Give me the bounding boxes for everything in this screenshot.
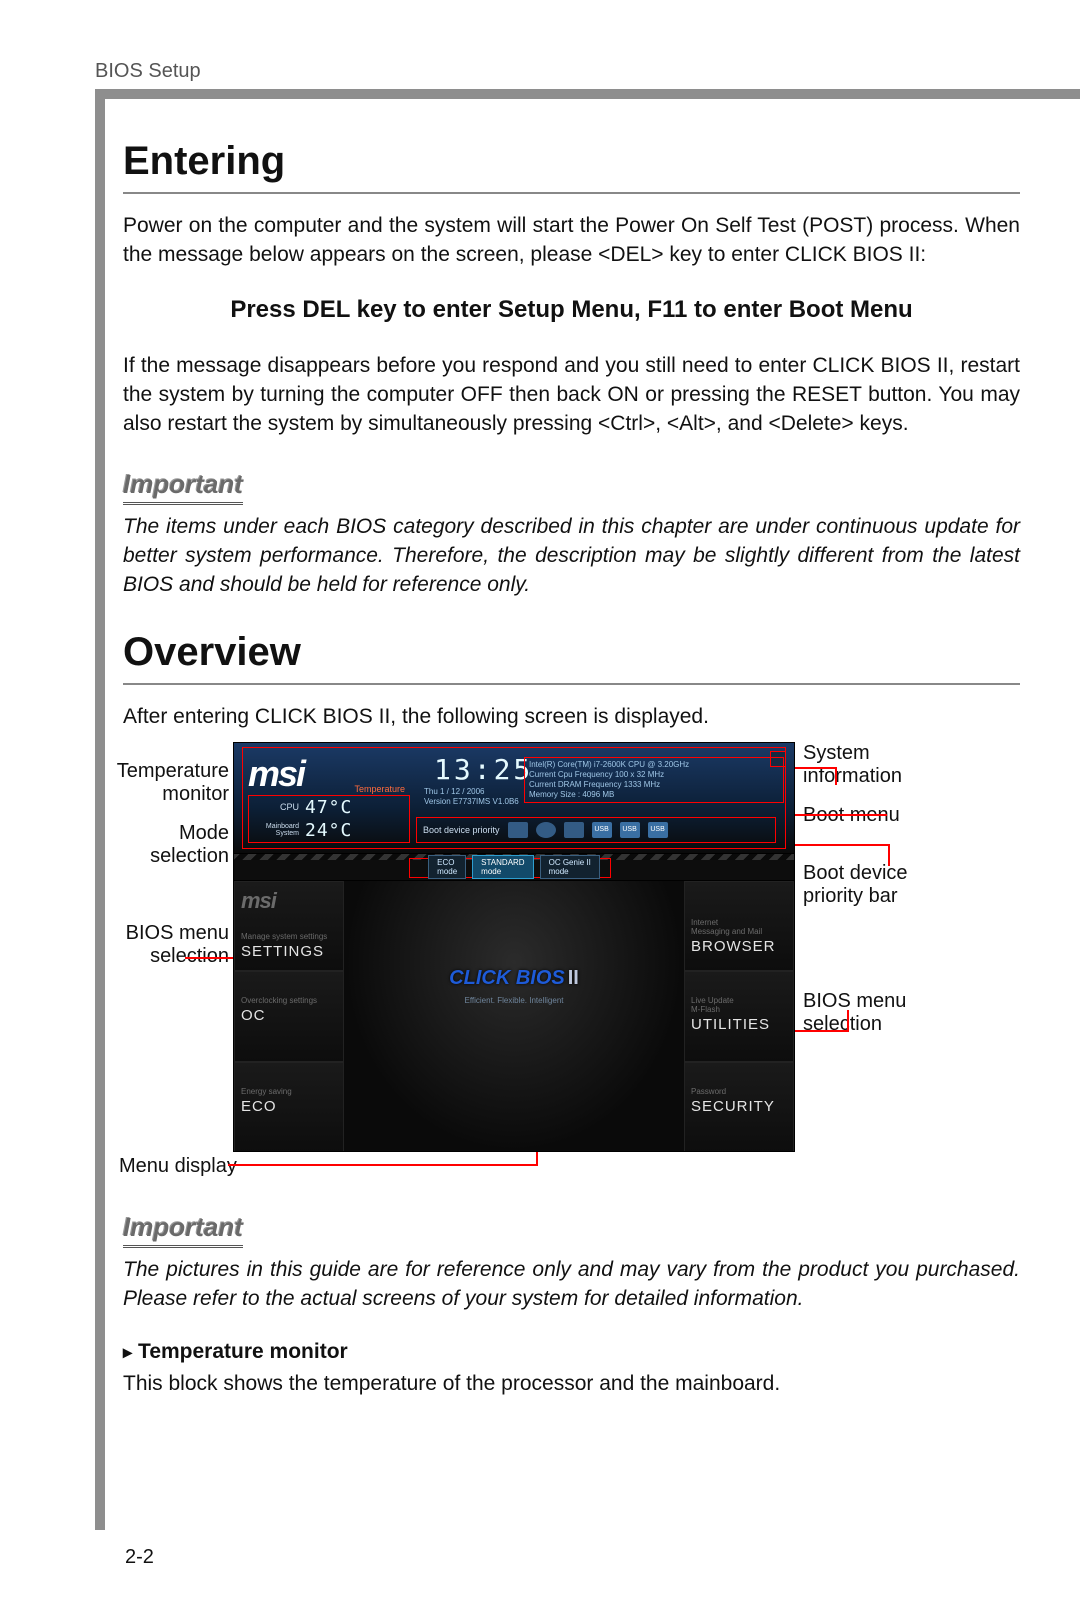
entering-heading: Entering bbox=[123, 139, 1020, 184]
menu-security-label: SECURITY bbox=[691, 1098, 787, 1115]
overview-heading: Overview bbox=[123, 630, 1020, 675]
bios-clock: 13:25 bbox=[434, 753, 533, 786]
boot-device-icon[interactable] bbox=[508, 822, 528, 838]
leader-line bbox=[787, 1030, 847, 1032]
menu-oc-sub: Overclocking settings bbox=[241, 996, 337, 1005]
sysinfo-dram-freq: Current DRAM Frequency 1333 MHz bbox=[529, 780, 779, 790]
menu-display-area: CLICK BIOSII Efficient. Flexible. Intell… bbox=[344, 881, 684, 1152]
callout-bios-menu-left: BIOS menuselection bbox=[99, 922, 229, 968]
menu-oc[interactable]: Overclocking settings OC bbox=[234, 971, 344, 1062]
heading-underline bbox=[123, 192, 1020, 194]
menu-eco-label: ECO bbox=[241, 1098, 337, 1115]
boot-device-usb-icon[interactable]: USB bbox=[648, 822, 668, 838]
bios-version: Version E7737IMS V1.0B6 bbox=[424, 797, 519, 807]
msi-logo: msi bbox=[248, 753, 304, 795]
menu-browser-sub: InternetMessaging and Mail bbox=[691, 918, 787, 936]
leader-line bbox=[228, 1164, 538, 1166]
menu-utilities-sub: Live UpdateM-Flash bbox=[691, 996, 787, 1014]
menu-oc-label: OC bbox=[241, 1007, 337, 1024]
entering-paragraph-2: If the message disappears before you res… bbox=[123, 352, 1020, 439]
callout-system-info: Systeminformation bbox=[803, 742, 902, 788]
left-menu-column: msi Manage system settings SETTINGS Over… bbox=[234, 881, 344, 1152]
temperature-block: Temperature CPU 47°C MainboardSystem 24°… bbox=[248, 795, 410, 843]
bios-screen: msi 13:25 Thu 1 / 12 / 2006 Version E773… bbox=[233, 742, 795, 1152]
callout-menu-display: Menu display bbox=[119, 1155, 237, 1178]
heading-underline bbox=[123, 683, 1020, 685]
press-del-line: Press DEL key to enter Setup Menu, F11 t… bbox=[123, 296, 1020, 324]
temp-monitor-text: This block shows the temperature of the … bbox=[123, 1370, 1020, 1399]
menu-browser-label: BROWSER bbox=[691, 938, 787, 955]
sysinfo-cpu-freq: Current Cpu Frequency 100 x 32 MHz bbox=[529, 770, 779, 780]
important-text-2: The pictures in this guide are for refer… bbox=[123, 1256, 1020, 1314]
bios-body: msi Manage system settings SETTINGS Over… bbox=[234, 881, 794, 1152]
mb-temp-label: MainboardSystem bbox=[249, 823, 299, 837]
cpu-temp-label: CPU bbox=[249, 802, 299, 812]
important-label-2: Important bbox=[123, 1212, 243, 1248]
mode-selection-row: ECOmode STANDARDmode OC Genie IImode bbox=[234, 853, 794, 881]
menu-eco[interactable]: Energy saving ECO bbox=[234, 1062, 344, 1152]
callout-temperature-monitor: Temperaturemonitor bbox=[99, 760, 229, 806]
menu-utilities[interactable]: Live UpdateM-Flash UTILITIES bbox=[684, 971, 794, 1062]
mode-eco-button[interactable]: ECOmode bbox=[428, 855, 466, 879]
overview-intro: After entering CLICK BIOS II, the follow… bbox=[123, 703, 1020, 732]
click-bios-logo: CLICK BIOSII bbox=[344, 967, 684, 990]
temp-monitor-heading: Temperature monitor bbox=[123, 1340, 1020, 1364]
sysinfo-cpu: Intel(R) Core(TM) i7-2600K CPU @ 3.20GHz bbox=[529, 760, 779, 770]
menu-settings-sub: Manage system settings bbox=[241, 932, 337, 941]
mode-ocgenie-button[interactable]: OC Genie IImode bbox=[540, 855, 600, 879]
menu-security[interactable]: Password SECURITY bbox=[684, 1062, 794, 1152]
menu-eco-sub: Energy saving bbox=[241, 1087, 337, 1096]
important-label-1: Important bbox=[123, 469, 243, 505]
sysinfo-memory: Memory Size : 4096 MB bbox=[529, 790, 779, 800]
boot-device-icon[interactable] bbox=[536, 822, 556, 838]
menu-security-sub: Password bbox=[691, 1087, 787, 1096]
menu-utilities-label: UTILITIES bbox=[691, 1016, 787, 1033]
leader-line bbox=[888, 844, 890, 866]
page-number: 2-2 bbox=[125, 1546, 154, 1569]
bios-date: Thu 1 / 12 / 2006 bbox=[424, 787, 519, 797]
right-menu-column: InternetMessaging and Mail BROWSER Live … bbox=[684, 881, 794, 1152]
boot-device-usb-icon[interactable]: USB bbox=[620, 822, 640, 838]
temperature-title: Temperature bbox=[354, 784, 405, 794]
entering-paragraph-1: Power on the computer and the system wil… bbox=[123, 212, 1020, 270]
mb-temp-value: 24°C bbox=[305, 820, 352, 841]
mode-standard-button[interactable]: STANDARDmode bbox=[472, 855, 533, 879]
leader-line bbox=[847, 1010, 849, 1032]
click-bios-suffix: II bbox=[568, 967, 579, 989]
bios-figure: Temperaturemonitor Modeselection BIOS me… bbox=[103, 742, 913, 1172]
msi-small-logo: msi bbox=[241, 888, 337, 914]
menu-settings[interactable]: msi Manage system settings SETTINGS bbox=[234, 881, 344, 972]
click-bios-tagline: Efficient. Flexible. Intelligent bbox=[344, 996, 684, 1005]
boot-priority-label: Boot device priority bbox=[423, 825, 500, 835]
callout-mode-selection: Modeselection bbox=[99, 822, 229, 868]
menu-browser[interactable]: InternetMessaging and Mail BROWSER bbox=[684, 881, 794, 972]
boot-device-usb-icon[interactable]: USB bbox=[592, 822, 612, 838]
leader-line bbox=[835, 767, 837, 785]
leader-line bbox=[787, 814, 887, 816]
bios-date-version: Thu 1 / 12 / 2006 Version E7737IMS V1.0B… bbox=[424, 787, 519, 807]
cpu-temp-value: 47°C bbox=[305, 797, 352, 818]
click-bios-text: CLICK BIOS bbox=[449, 967, 565, 989]
header-rule bbox=[95, 89, 1080, 99]
boot-priority-bar[interactable]: Boot device priority USB USB USB bbox=[416, 817, 776, 843]
system-info-block: Intel(R) Core(TM) i7-2600K CPU @ 3.20GHz… bbox=[524, 757, 784, 803]
menu-settings-label: SETTINGS bbox=[241, 943, 337, 960]
bios-top-bar: msi 13:25 Thu 1 / 12 / 2006 Version E773… bbox=[234, 743, 794, 853]
running-header: BIOS Setup bbox=[95, 60, 1080, 83]
callout-boot-priority: Boot devicepriority bar bbox=[803, 862, 908, 908]
important-text-1: The items under each BIOS category descr… bbox=[123, 513, 1020, 600]
boot-device-icon[interactable] bbox=[564, 822, 584, 838]
